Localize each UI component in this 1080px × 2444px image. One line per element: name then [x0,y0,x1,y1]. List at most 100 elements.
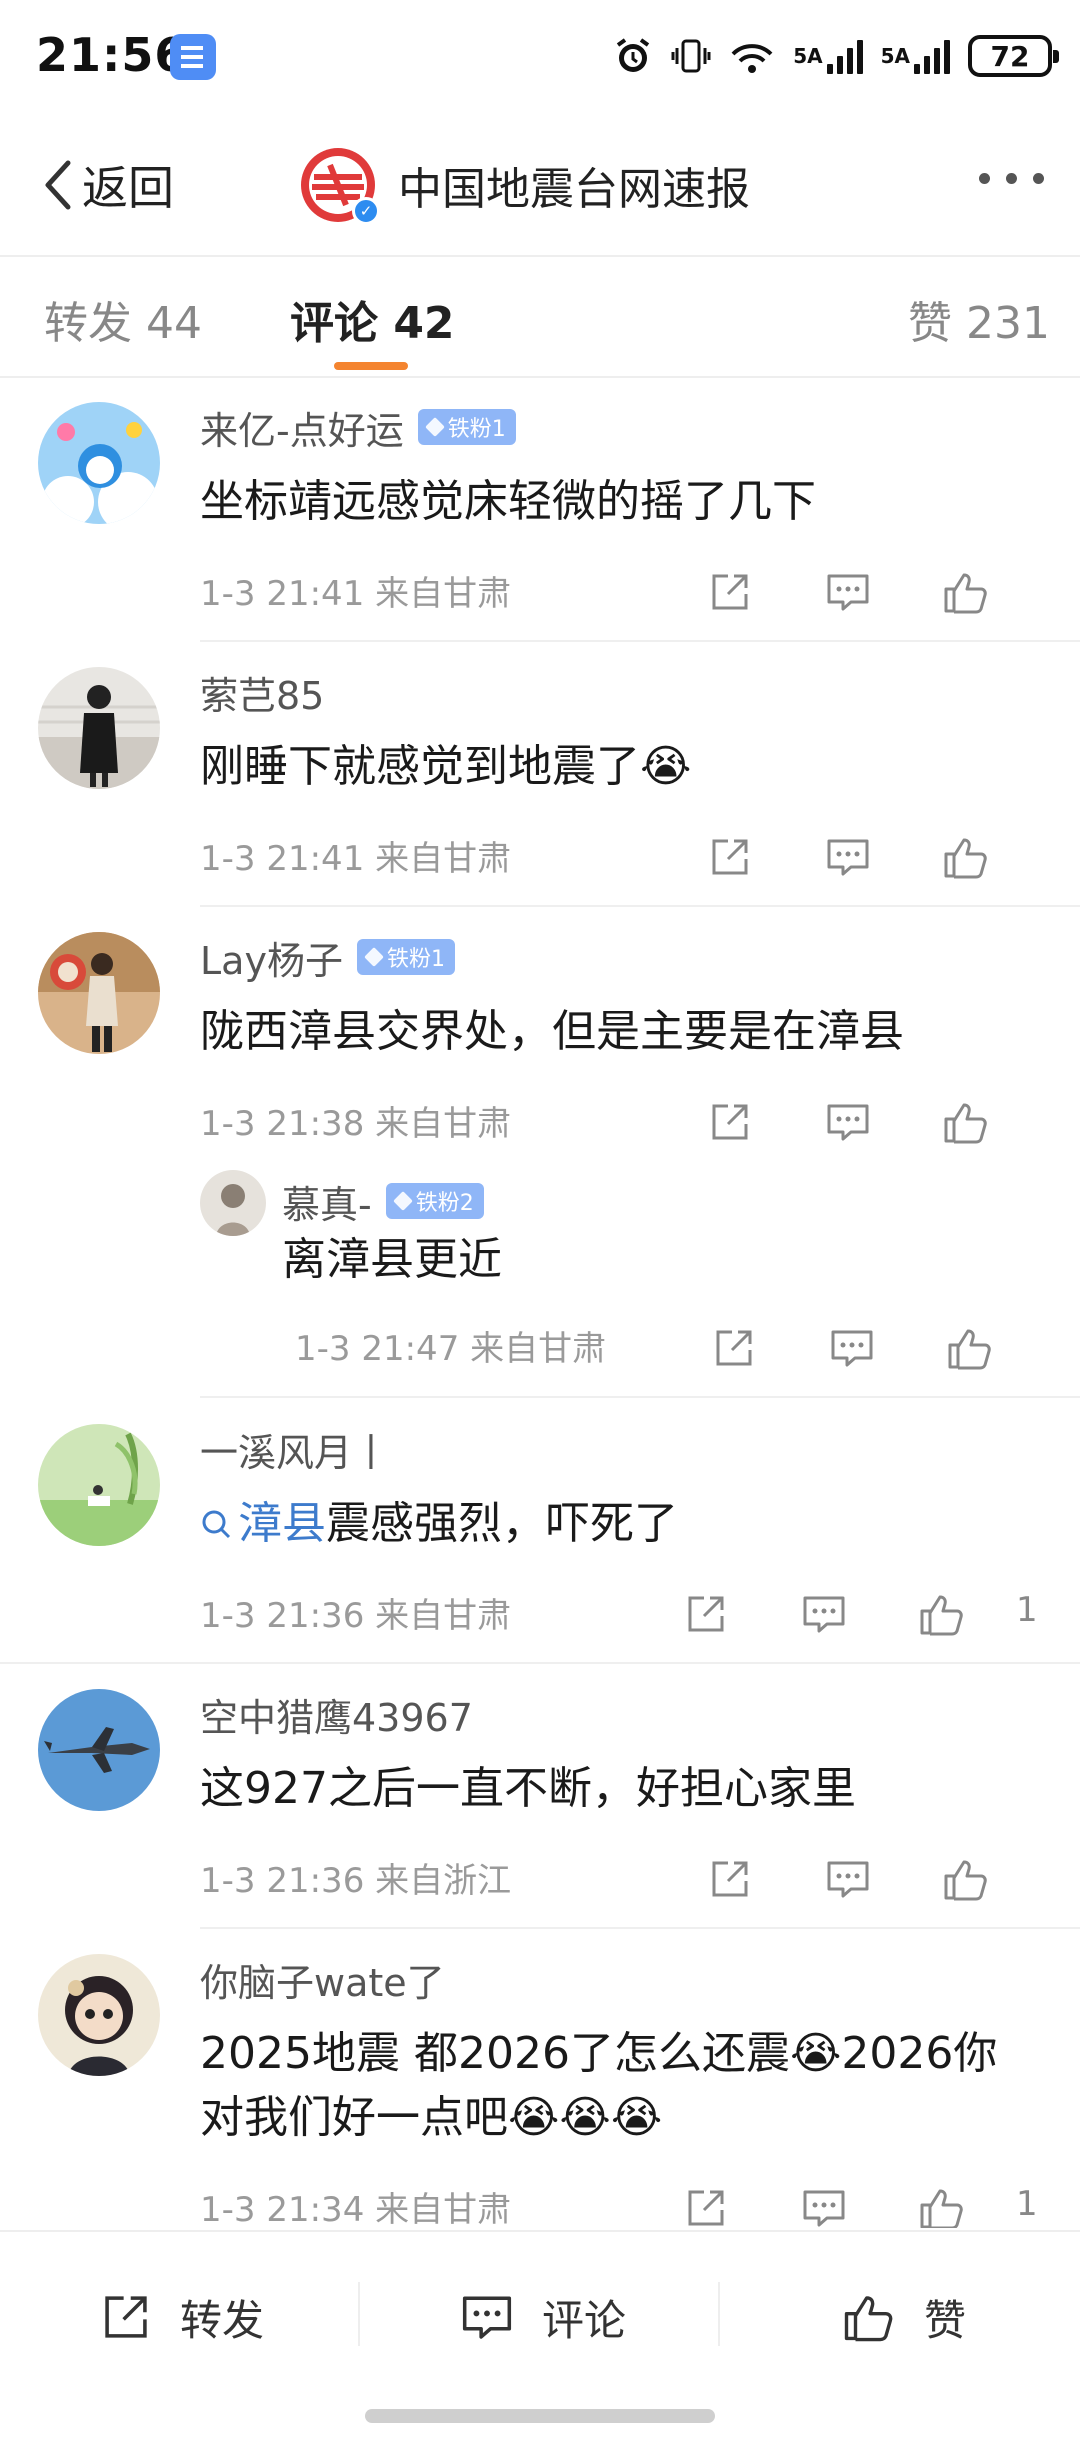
like-icon [844,2296,893,2342]
comment-meta: 1-3 21:41 来自甘肃 [200,574,512,614]
chevron-left-icon [45,160,71,210]
comment-actions [700,827,1080,887]
fan-badge: 铁粉2 [385,1183,484,1219]
account-name: 中国地震台网速报 [398,164,750,215]
comment-item: 一溪风月丨 漳县震感强烈，吓死了 1-3 21:36 来自甘肃 1 [0,1400,1080,1664]
commenter-name[interactable]: Lay杨子 铁粉1 [200,930,455,984]
avatar[interactable] [38,932,160,1054]
reply-icon[interactable] [818,1092,878,1152]
comment-text-line: 对我们好一点吧😭😭😭 [200,2092,663,2143]
username[interactable]: 来亿-点好运 [200,400,404,455]
home-indicator[interactable] [365,2409,715,2423]
alarm-icon [613,34,653,78]
comment-button[interactable]: 评论 [460,2277,626,2357]
more-options-icon[interactable] [979,173,1044,184]
repost-button[interactable]: 转发 [100,2277,264,2357]
like-icon[interactable] [936,1849,996,1909]
avatar[interactable] [38,1689,160,1811]
vibrate-icon [671,34,711,78]
avatar[interactable] [38,1954,160,2076]
commenter-name[interactable]: 来亿-点好运 铁粉1 [200,400,516,454]
comment-item: 来亿-点好运 铁粉1 坐标靖远感觉床轻微的摇了几下 1-3 21:41 来自甘肃 [0,378,1080,642]
comment-actions [700,1092,1080,1152]
share-icon [105,2296,147,2338]
comment-meta: 1-3 21:34 来自甘肃 [200,2190,512,2228]
topic-link[interactable]: 漳县 [200,1498,326,1549]
like-icon[interactable] [936,1092,996,1152]
reply-icon[interactable] [794,2178,854,2228]
comment-actions [700,562,1080,622]
tab-bar: 转发 44 评论 42 赞 231 [0,257,1080,377]
active-tab-indicator [334,362,408,370]
tab-likes[interactable]: 赞 231 [908,287,1050,351]
comment-icon [462,2296,512,2339]
reply-icon[interactable] [818,562,878,622]
tab-comments[interactable]: 评论 42 [290,287,455,351]
commenter-name[interactable]: 萦芑85 [200,665,324,719]
comment-divider [0,1662,1080,1664]
account-logo: ✓ [300,147,380,225]
commenter-name[interactable]: 空中猎鹰43967 [200,1687,473,1741]
reply-icon[interactable] [794,1584,854,1644]
verified-icon: ✓ [352,197,380,225]
like-icon[interactable] [936,827,996,887]
fan-badge: 铁粉1 [356,939,455,975]
comment-meta: 1-3 21:36 来自甘肃 [200,1596,512,1636]
username[interactable]: 萦芑85 [200,665,324,720]
username[interactable]: 一溪风月丨 [200,1422,390,1477]
reply-icon[interactable] [818,827,878,887]
commenter-name[interactable]: 你脑子wate了 [200,1952,445,2006]
comment-text-body: 震感强烈，吓死了 [326,1498,678,1549]
reply-avatar[interactable] [200,1170,266,1236]
like-icon[interactable] [912,2178,972,2228]
commenter-name[interactable]: 一溪风月丨 [200,1422,390,1476]
battery-level: 72 [990,39,1030,73]
comment-actions: 1 [676,1584,1080,1644]
share-icon[interactable] [700,827,760,887]
topic-link-text[interactable]: 漳县 [238,1498,326,1549]
notes-app-icon [170,34,216,80]
battery-icon: 72 [968,35,1059,77]
comment-actions [700,1849,1080,1909]
comment-list: 来亿-点好运 铁粉1 坐标靖远感觉床轻微的摇了几下 1-3 21:41 来自甘肃… [0,378,1080,2228]
account-header[interactable]: ✓ 中国地震台网速报 [300,143,750,227]
reply-icon[interactable] [818,1849,878,1909]
comment-item: 空中猎鹰43967 这927之后一直不断，好担心家里 1-3 21:36 来自浙… [0,1665,1080,1929]
like-button[interactable]: 赞 [842,2277,966,2357]
avatar[interactable] [38,1424,160,1546]
comment-meta: 1-3 21:41 来自甘肃 [200,839,512,879]
share-icon[interactable] [676,1584,736,1644]
reply-commenter-name[interactable]: 慕真- 铁粉2 [282,1174,484,1228]
username[interactable]: 慕真- [282,1174,372,1229]
comment-meta: 1-3 21:38 来自甘肃 [200,1104,512,1144]
like-count: 1 [1016,1590,1038,1630]
comment-item: 你脑子wate了 2025地震 都2026了怎么还震😭2026你 对我们好一点吧… [0,1930,1080,2228]
bar-divider [718,2282,720,2346]
comment-divider [200,640,1080,642]
like-icon[interactable] [940,1318,1000,1378]
share-icon[interactable] [700,1849,760,1909]
username[interactable]: 你脑子wate了 [200,1952,445,2007]
comment-text: 漳县震感强烈，吓死了 [200,1492,678,1556]
avatar[interactable] [38,402,160,524]
back-button[interactable]: 返回 [40,153,174,217]
comment-text: 2025地震 都2026了怎么还震😭2026你 对我们好一点吧😭😭😭 [200,2022,997,2150]
signal-icon-1: 5A [793,34,863,78]
reply-meta: 1-3 21:47 来自甘肃 [295,1329,607,1369]
like-icon[interactable] [936,562,996,622]
username[interactable]: 空中猎鹰43967 [200,1687,473,1742]
username[interactable]: Lay杨子 [200,930,343,985]
comment-item: Lay杨子 铁粉1 陇西漳县交界处，但是主要是在漳县 1-3 21:38 来自甘… [0,908,1080,1398]
reply-icon[interactable] [822,1318,882,1378]
share-icon[interactable] [704,1318,764,1378]
avatar[interactable] [38,667,160,789]
comment-text: 陇西漳县交界处，但是主要是在漳县 [200,1006,904,1057]
status-time: 21:56 [36,28,188,82]
share-icon[interactable] [700,1092,760,1152]
comment-text: 坐标靖远感觉床轻微的摇了几下 [200,476,816,527]
tab-reposts[interactable]: 转发 44 [44,287,202,351]
reply-actions [704,1318,1080,1378]
share-icon[interactable] [700,562,760,622]
share-icon[interactable] [676,2178,736,2228]
like-icon[interactable] [912,1584,972,1644]
